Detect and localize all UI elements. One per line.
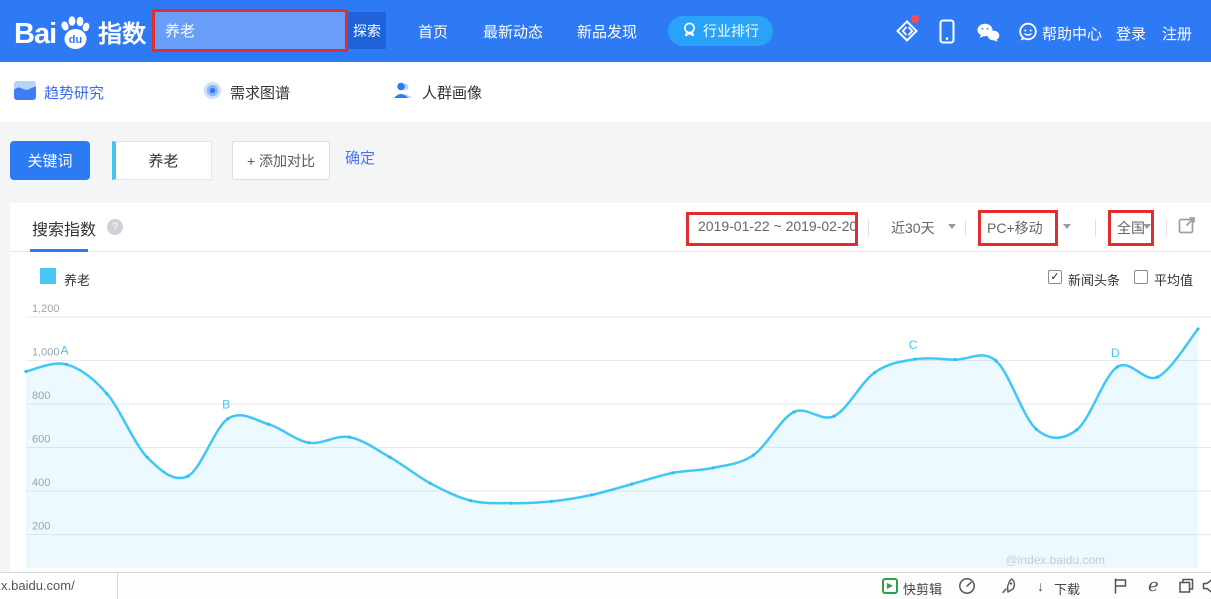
speed-gauge-icon[interactable] [958, 577, 976, 599]
separator [1095, 220, 1096, 236]
logo-text-du: du [69, 34, 82, 46]
period-dropdown[interactable]: 近30天 [891, 218, 935, 238]
trend-chart-icon [14, 81, 36, 104]
subnav-trend-research[interactable]: 趋势研究 [14, 62, 104, 122]
separator [868, 220, 869, 236]
chart-marker-D: D [1111, 346, 1120, 360]
news-headline-label: 新闻头条 [1068, 270, 1120, 289]
notification-dot [911, 15, 919, 23]
login-link[interactable]: 登录 [1116, 23, 1146, 44]
svg-text:1,000: 1,000 [32, 347, 60, 359]
chart-marker-C: C [909, 338, 918, 352]
news-headline-checkbox[interactable] [1048, 270, 1062, 284]
keyword-button[interactable]: 关键词 [10, 141, 90, 180]
help-chat-icon[interactable] [1018, 22, 1038, 47]
bullseye-icon [203, 81, 222, 104]
keyword-chip[interactable]: 养老 [112, 141, 212, 180]
active-tab-underline [30, 249, 88, 252]
research-subnav: 趋势研究 需求图谱 人群画像 [0, 62, 1211, 122]
separator [1166, 220, 1167, 236]
chart-marker-A: A [60, 343, 68, 357]
external-link-icon[interactable] [1178, 215, 1197, 239]
flag-icon[interactable] [1112, 577, 1129, 599]
download-arrow-icon[interactable]: ↓ [1037, 578, 1044, 594]
question-help-icon[interactable] [107, 219, 123, 235]
download-label[interactable]: 下载 [1054, 579, 1080, 598]
code-diamond-icon[interactable] [896, 20, 918, 47]
logo-text-suffix: 指数 [98, 14, 146, 51]
device-dropdown[interactable]: PC+移动 [987, 218, 1043, 238]
subnav-demand-graph[interactable]: 需求图谱 [203, 62, 290, 122]
logo-text-bai: Bai [14, 18, 56, 51]
medal-icon [682, 22, 697, 40]
status-url-tooltip: x.baidu.com/ [0, 573, 118, 599]
ie-browser-icon[interactable]: e [1148, 575, 1159, 596]
subnav-demand-label: 需求图谱 [230, 82, 290, 103]
chevron-down-icon[interactable] [1063, 224, 1071, 229]
industry-ranking-button[interactable]: 行业排行 [668, 16, 773, 46]
register-link[interactable]: 注册 [1162, 23, 1192, 44]
mobile-phone-icon[interactable] [939, 19, 955, 49]
legend-swatch[interactable] [40, 268, 56, 284]
browser-status-bar: x.baidu.com/ 快剪辑 ↓ 下载 e [0, 572, 1211, 599]
tab-search-index[interactable]: 搜索指数 [32, 216, 96, 240]
search-input[interactable] [155, 12, 345, 49]
chart-marker-B: B [222, 398, 230, 412]
subnav-crowd-label: 人群画像 [422, 82, 482, 103]
baidu-index-page: Bai du 指数 探索 首页 最新动态 新品发现 [0, 0, 1211, 599]
chevron-down-icon[interactable] [1143, 224, 1151, 229]
nav-item-home[interactable]: 首页 [418, 0, 448, 62]
average-checkbox[interactable] [1134, 270, 1148, 284]
subnav-crowd-portrait[interactable]: 人群画像 [392, 62, 482, 122]
top-header: Bai du 指数 探索 首页 最新动态 新品发现 [0, 0, 1211, 62]
quick-clip-label[interactable]: 快剪辑 [903, 579, 942, 598]
watermark: @index.baidu.com [1005, 553, 1105, 567]
add-compare-button[interactable]: + 添加对比 [232, 141, 330, 180]
svg-text:1,200: 1,200 [32, 303, 60, 315]
baidu-index-logo[interactable]: Bai du 指数 [14, 13, 146, 51]
annotation-box-search [152, 9, 348, 52]
explore-button[interactable]: 探索 [348, 12, 386, 49]
person-icon [392, 81, 414, 104]
separator [965, 220, 966, 236]
wechat-icon[interactable] [976, 23, 1000, 47]
baidu-paw-icon: du [58, 13, 92, 51]
speaker-icon[interactable] [1202, 577, 1211, 599]
region-dropdown[interactable]: 全国 [1117, 218, 1145, 238]
restore-window-icon[interactable] [1178, 577, 1195, 599]
industry-ranking-label: 行业排行 [703, 21, 759, 41]
help-center-link[interactable]: 帮助中心 [1042, 23, 1102, 44]
rocket-icon[interactable] [1000, 577, 1018, 599]
chevron-down-icon[interactable] [948, 224, 956, 229]
confirm-link[interactable]: 确定 [345, 147, 375, 168]
nav-item-latest-news[interactable]: 最新动态 [483, 0, 543, 62]
subnav-trend-label: 趋势研究 [44, 82, 104, 103]
search-index-chart[interactable]: 2004006008001,0001,200ABCD [10, 300, 1211, 572]
nav-item-new-products[interactable]: 新品发现 [577, 0, 637, 62]
search-index-panel: 搜索指数 2019-01-22 ~ 2019-02-20 近30天 PC+移动 … [10, 203, 1211, 599]
average-label: 平均值 [1154, 270, 1193, 289]
quick-clip-icon[interactable] [882, 578, 898, 594]
date-range-value[interactable]: 2019-01-22 ~ 2019-02-20 [698, 218, 857, 234]
panel-header: 搜索指数 2019-01-22 ~ 2019-02-20 近30天 PC+移动 … [10, 203, 1211, 252]
legend-label: 养老 [64, 270, 90, 289]
